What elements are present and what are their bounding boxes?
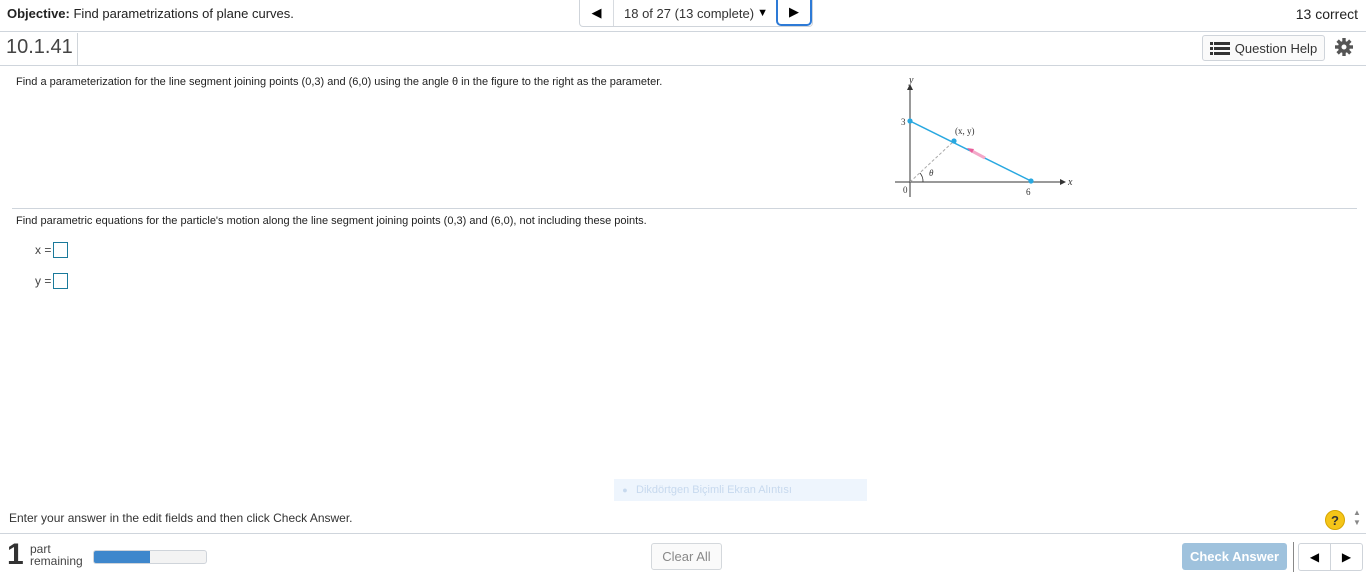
correct-count: 13 correct <box>1295 6 1358 22</box>
origin-label: 0 <box>903 185 908 195</box>
instructions: Enter your answer in the edit fields and… <box>9 511 353 525</box>
parts-remaining-label-line2: remaining <box>30 554 83 568</box>
triangle-right-icon: ▶ <box>788 3 799 19</box>
objective-text: Find parametrizations of plane curves. <box>73 6 294 21</box>
gear-icon[interactable] <box>1334 37 1354 57</box>
next-question-button[interactable]: ▶ <box>775 0 812 26</box>
triangle-left-icon: ◀ <box>1309 550 1320 564</box>
answer-field-x[interactable] <box>53 242 69 258</box>
point-x-y <box>951 138 957 144</box>
divider <box>12 208 1357 209</box>
parts-remaining-count: 1 <box>7 538 24 571</box>
triangle-left-icon: ◀ <box>591 5 602 20</box>
angle-label: θ <box>929 168 934 178</box>
watermark-overlay: ● Dikdörtgen Biçimli Ekran Alıntısı <box>614 479 867 501</box>
divider <box>77 33 78 65</box>
divider <box>1293 542 1294 572</box>
x-tick-label: 6 <box>1026 187 1031 197</box>
equation-label-y: y = <box>35 274 52 288</box>
question-position: 18 of 27 (13 complete) <box>624 5 755 21</box>
progress-bar <box>93 550 207 564</box>
question-number: 10.1.41 <box>6 36 73 58</box>
y-axis-label: y <box>908 75 914 86</box>
parts-remaining-label: part remaining <box>30 543 83 567</box>
clear-all-button[interactable]: Clear All <box>651 543 722 570</box>
point-0-3 <box>907 118 913 124</box>
angle-arc <box>919 172 924 183</box>
y-tick-label: 3 <box>901 117 906 127</box>
point-label: (x, y) <box>955 126 975 136</box>
help-question-icon[interactable]: ? <box>1325 510 1345 530</box>
bottom-navigator: ◀ ▶ <box>1298 543 1363 571</box>
list-icon <box>1209 41 1230 55</box>
watermark-text: Dikdörtgen Biçimli Ekran Alıntısı <box>636 484 792 496</box>
triangle-right-icon: ▶ <box>1341 550 1352 564</box>
bottom-previous-button[interactable]: ◀ <box>1299 544 1331 570</box>
point-6-0 <box>1028 178 1034 184</box>
equation-row-x: x = <box>35 242 69 258</box>
progress-bar-fill <box>94 551 150 563</box>
objective: Objective: Find parametrizations of plan… <box>7 6 294 21</box>
chevron-down-icon: ▼ <box>757 7 768 19</box>
question-help-button[interactable]: Question Help <box>1202 35 1325 61</box>
question-help-label: Question Help <box>1234 40 1318 56</box>
question-navigator: ◀ 18 of 27 (13 complete) ▼ ▶ <box>579 0 813 27</box>
previous-question-button[interactable]: ◀ <box>580 0 614 26</box>
equation-label-x: x = <box>35 243 52 257</box>
question-select-dropdown[interactable]: 18 of 27 (13 complete) ▼ <box>614 0 776 26</box>
equation-row-y: y = <box>35 273 69 289</box>
scroll-control[interactable]: ▲ ▼ <box>1351 508 1363 532</box>
answer-field-y[interactable] <box>53 273 69 289</box>
bullet-icon: ● <box>622 485 628 495</box>
divider <box>0 533 1366 534</box>
question-prompt: Find a parameterization for the line seg… <box>16 76 663 88</box>
scroll-down-icon[interactable]: ▼ <box>1351 518 1363 528</box>
x-axis-label: x <box>1067 177 1073 188</box>
scroll-up-icon[interactable]: ▲ <box>1351 508 1363 518</box>
question-sub-prompt: Find parametric equations for the partic… <box>16 215 647 227</box>
x-axis-arrow-icon <box>1060 179 1066 185</box>
line-segment-figure: y x 0 3 6 (x, y) θ <box>890 72 1075 202</box>
bottom-next-button[interactable]: ▶ <box>1331 544 1362 570</box>
divider <box>0 65 1366 66</box>
divider <box>0 31 1366 32</box>
objective-label: Objective: <box>7 6 70 21</box>
check-answer-button[interactable]: Check Answer <box>1182 543 1287 570</box>
